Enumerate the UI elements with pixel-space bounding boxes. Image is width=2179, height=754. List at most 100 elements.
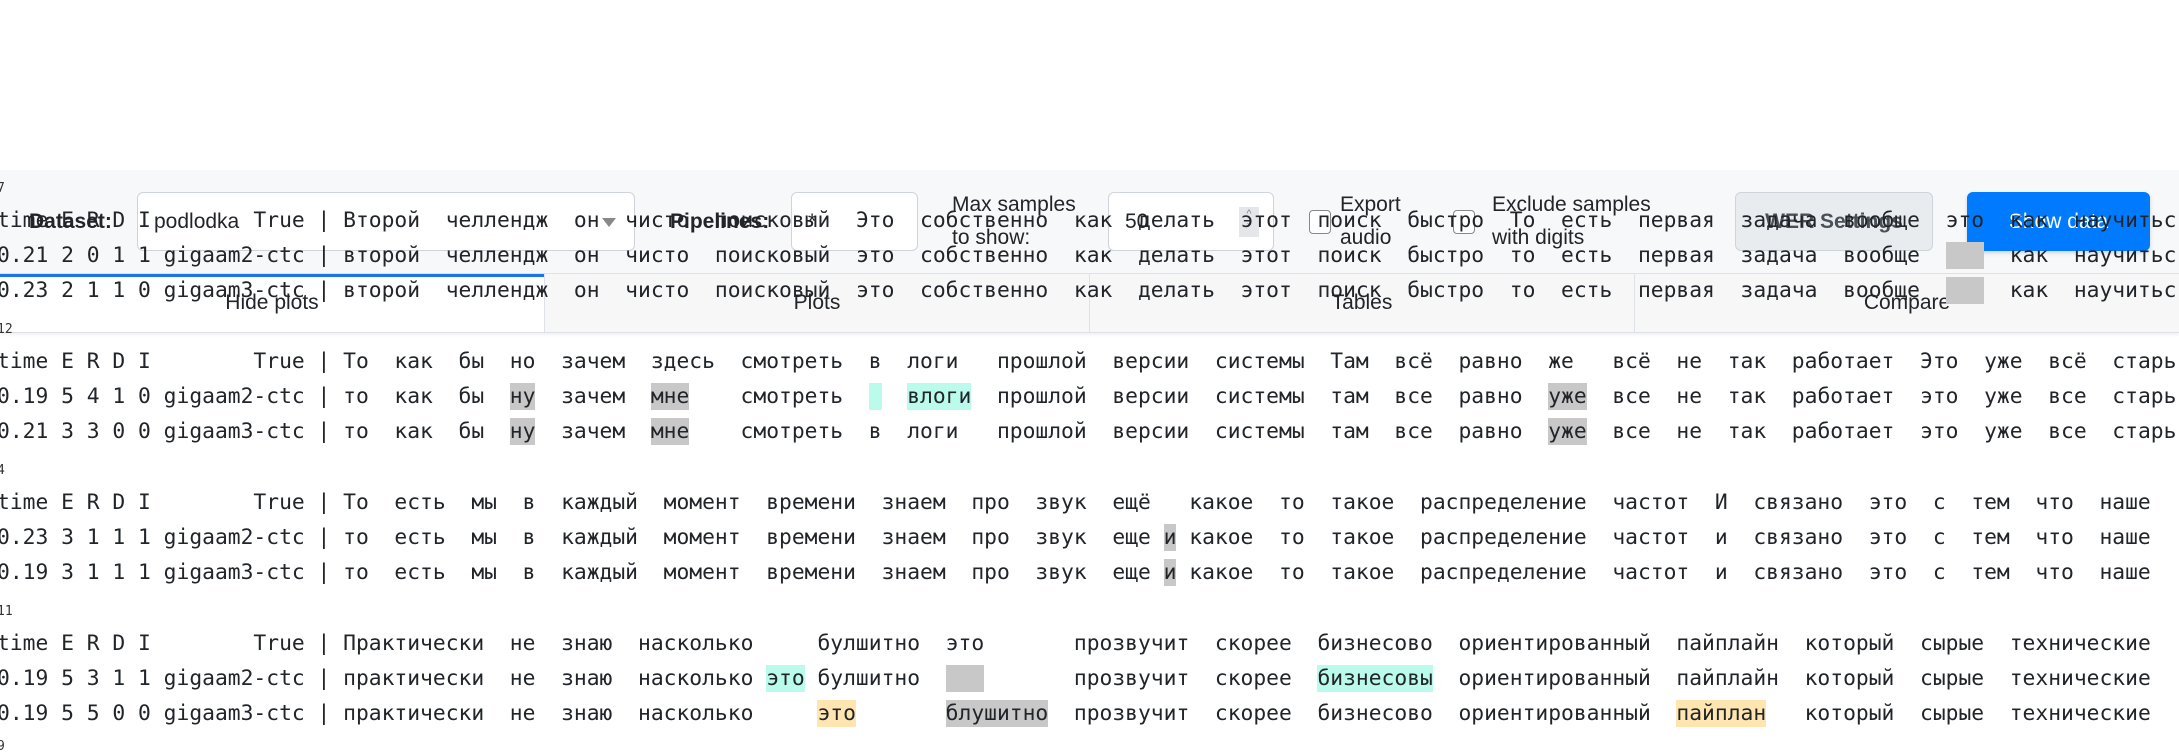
highlighted-word [1945,242,1985,269]
word: то [1279,490,1305,515]
word: распределение [1420,525,1587,550]
row-prefix: 0.19 3 1 1 1 gigaam3-ctc [0,560,305,585]
word: с [1932,525,1946,550]
word: челлендж [445,278,549,303]
word: так [1727,419,1767,444]
word: равно [1458,419,1523,444]
word: не [1676,384,1703,409]
word: который [1804,701,1895,726]
word: версии [1112,384,1190,409]
word: каждый [561,525,639,550]
word: смотреть [740,419,844,444]
word: равно [1458,384,1523,409]
word: бы [458,384,485,409]
word: есть [1561,243,1613,268]
hypothesis-row: 0.23 2 1 1 0 gigaam3-ctc | второй челленд… [0,273,2176,308]
word: то [343,384,369,409]
word: то [343,560,369,585]
word: бы [458,419,485,444]
sample-block: 12 time E R D I True | То как бы но зачем здес… [0,311,2179,452]
word: момент [663,490,741,515]
word: с [1932,490,1946,515]
word: насколько [638,666,754,691]
row-prefix: 0.21 2 0 1 1 gigaam2-ctc [0,243,305,268]
samples-output: 7 time E R D I True | Второй челлендж он чис… [0,170,2179,754]
word: так [1727,384,1767,409]
word: каждый [561,560,639,585]
word: это [855,278,895,303]
hypothesis-row: 0.23 3 1 1 1 gigaam2-ctc | то есть мы в кажд… [0,520,2151,555]
sample-block: 4 time E R D I True | То есть мы в каждый моме… [0,452,2179,593]
row-separator: | [304,666,344,691]
word: это [1920,384,1959,409]
word: про [971,490,1010,515]
word: то [343,525,369,550]
word: прозвучит [1073,631,1190,656]
word: быстро [1407,278,1485,303]
word: насколько [638,701,754,726]
word: то [1279,525,1305,550]
highlighted-word: это [817,700,856,727]
reference-row: time E R D I True | Практически не знаю нас… [0,626,2151,661]
word: знаю [561,631,613,656]
word: в [868,349,882,374]
word: логи [907,349,959,374]
word: как [394,349,433,374]
word: такое [1330,525,1395,550]
word: Это [855,208,895,233]
word: Второй [343,208,421,233]
word: момент [663,560,741,585]
word: это [1868,560,1908,585]
word: версии [1112,419,1190,444]
sample-index: 4 [0,463,5,478]
word: Практически [343,631,485,656]
word: не [509,631,536,656]
word: еще [1112,560,1151,585]
word: поиск [1317,278,1382,303]
word: зачем [561,419,626,444]
row-separator: | [304,349,344,374]
word: момент [663,525,741,550]
sample-block: 11 time E R D I True | Практически не знаю н… [0,593,2179,734]
word: как [1073,208,1113,233]
row-prefix: 0.21 3 3 0 0 gigaam3-ctc [0,419,305,444]
sample-block: 9 [0,734,2179,754]
word: как [394,384,433,409]
word: знаю [561,701,613,726]
word: быстро [1407,208,1485,233]
word: звук [1035,490,1087,515]
word: времени [766,525,856,550]
word: равно [1458,349,1523,374]
word: чисто [625,243,690,268]
sample-index: 11 [0,604,13,619]
row-prefix: 0.23 3 1 1 1 gigaam2-ctc [0,525,305,550]
highlighted-word: уже [1548,418,1587,445]
word: поисковый [714,208,831,233]
word: То [1509,208,1536,233]
word: собственно [920,243,1049,268]
word: практически [343,666,485,691]
highlighted-word [868,383,882,410]
word: какое [1189,490,1254,515]
highlighted-word: мне [650,383,690,410]
sample-index: 12 [0,322,13,337]
word: то [1509,243,1536,268]
word: логи [907,419,959,444]
word: Это [1920,349,1959,374]
row-prefix: time E R D I True [0,349,305,374]
word: распределение [1420,560,1587,585]
row-prefix: 0.19 5 3 1 1 gigaam2-ctc [0,666,305,691]
word: прошлой [996,419,1087,444]
word: есть [394,560,446,585]
highlighted-word: блушитно [945,700,1049,727]
word: мы [471,560,497,585]
word: про [971,560,1010,585]
word: мы [471,525,497,550]
highlighted-word: ну [509,383,536,410]
row-prefix: 0.19 5 5 0 0 gigaam3-ctc [0,701,305,726]
word: системы [1214,349,1305,374]
highlighted-word: и [1163,559,1177,586]
word: научитьс [2073,208,2177,233]
word: старь [2112,349,2177,374]
word: тем [1971,490,2010,515]
